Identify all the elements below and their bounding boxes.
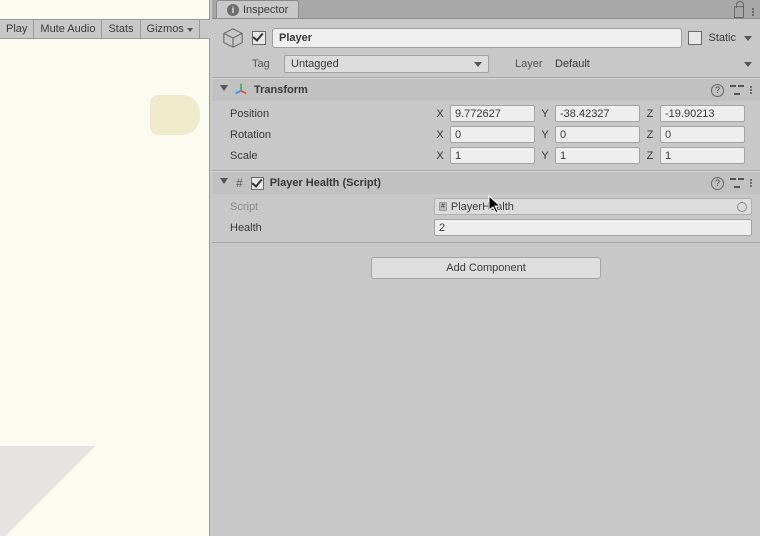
gizmos-dropdown[interactable]: Gizmos (141, 20, 200, 38)
player-health-title: Player Health (Script) (270, 177, 381, 189)
static-checkbox[interactable] (688, 31, 702, 45)
axis-x-label: X (434, 150, 446, 162)
help-icon[interactable]: ? (711, 177, 724, 190)
scale-z-input[interactable] (660, 147, 745, 164)
layer-dropdown[interactable]: Default (555, 58, 752, 70)
play-button[interactable]: Play (0, 20, 34, 38)
layer-label: Layer (515, 58, 549, 70)
position-x-input[interactable] (450, 105, 535, 122)
component-enabled-checkbox[interactable] (251, 177, 264, 190)
gameobject-header: Static Tag Untagged Layer Default (212, 19, 760, 78)
rotation-row: Rotation X Y Z (220, 126, 752, 143)
scale-x-input[interactable] (450, 147, 535, 164)
script-hash-icon: # (234, 176, 245, 190)
scale-y-input[interactable] (555, 147, 640, 164)
player-health-component: # Player Health (Script) ? Script # Play… (212, 171, 760, 243)
scale-row: Scale X Y Z (220, 147, 752, 164)
gameobject-active-checkbox[interactable] (252, 31, 266, 45)
panel-menu-icon[interactable] (752, 8, 754, 16)
script-value: PlayerHealth (451, 201, 514, 213)
chevron-down-icon (474, 62, 482, 67)
static-label: Static (708, 32, 736, 44)
transform-title: Transform (254, 84, 308, 96)
transform-component: Transform ? Position X Y Z Rotation X Y (212, 78, 760, 171)
script-row: Script # PlayerHealth (220, 198, 752, 215)
inspector-panel: i Inspector Static Tag Untagged Laye (212, 0, 760, 536)
scene-shadow-decoration (0, 446, 100, 536)
foldout-icon (220, 85, 228, 95)
add-component-button[interactable]: Add Component (371, 257, 601, 279)
health-row: Health (220, 219, 752, 236)
axis-z-label: Z (644, 129, 656, 141)
position-y-input[interactable] (555, 105, 640, 122)
health-label: Health (220, 222, 430, 234)
tag-label: Tag (252, 58, 278, 70)
rotation-z-input[interactable] (660, 126, 745, 143)
chevron-down-icon (744, 62, 752, 67)
axis-x-label: X (434, 108, 446, 120)
axis-y-label: Y (539, 108, 551, 120)
script-object-field[interactable]: # PlayerHealth (434, 198, 752, 215)
inspector-tab[interactable]: i Inspector (216, 0, 299, 18)
tag-value: Untagged (291, 58, 339, 70)
script-label: Script (220, 201, 430, 213)
preset-icon[interactable] (730, 176, 744, 190)
static-dropdown-icon[interactable] (744, 36, 752, 41)
layer-value: Default (555, 58, 590, 70)
position-label: Position (220, 108, 430, 120)
rotation-x-input[interactable] (450, 126, 535, 143)
rotation-y-input[interactable] (555, 126, 640, 143)
position-row: Position X Y Z (220, 105, 752, 122)
scale-label: Scale (220, 150, 430, 162)
axis-z-label: Z (644, 150, 656, 162)
mute-audio-button[interactable]: Mute Audio (34, 20, 102, 38)
axis-y-label: Y (539, 129, 551, 141)
transform-header[interactable]: Transform ? (212, 79, 760, 101)
inspector-tabbar: i Inspector (212, 0, 760, 19)
position-z-input[interactable] (660, 105, 745, 122)
inspector-tab-label: Inspector (243, 4, 288, 16)
axis-y-label: Y (539, 150, 551, 162)
scene-view-pane: Play Mute Audio Stats Gizmos (0, 0, 210, 536)
stats-button[interactable]: Stats (102, 20, 140, 38)
component-menu-icon[interactable] (750, 86, 752, 94)
gameobject-cube-icon[interactable] (220, 25, 246, 51)
scene-toolbar: Play Mute Audio Stats Gizmos (0, 19, 210, 39)
info-icon: i (227, 4, 239, 16)
preset-icon[interactable] (730, 83, 744, 97)
help-icon[interactable]: ? (711, 84, 724, 97)
script-type-icon: # (439, 202, 447, 211)
component-menu-icon[interactable] (750, 179, 752, 187)
axis-z-label: Z (644, 108, 656, 120)
object-picker-icon[interactable] (737, 202, 747, 212)
rotation-label: Rotation (220, 129, 430, 141)
scene-object-decoration (150, 95, 200, 135)
health-input[interactable] (434, 219, 752, 236)
player-health-header[interactable]: # Player Health (Script) ? (212, 172, 760, 194)
lock-icon[interactable] (734, 6, 744, 18)
foldout-icon (220, 178, 228, 188)
transform-axes-icon (234, 82, 248, 99)
gameobject-name-input[interactable] (272, 28, 682, 48)
axis-x-label: X (434, 129, 446, 141)
tag-dropdown[interactable]: Untagged (284, 55, 489, 73)
